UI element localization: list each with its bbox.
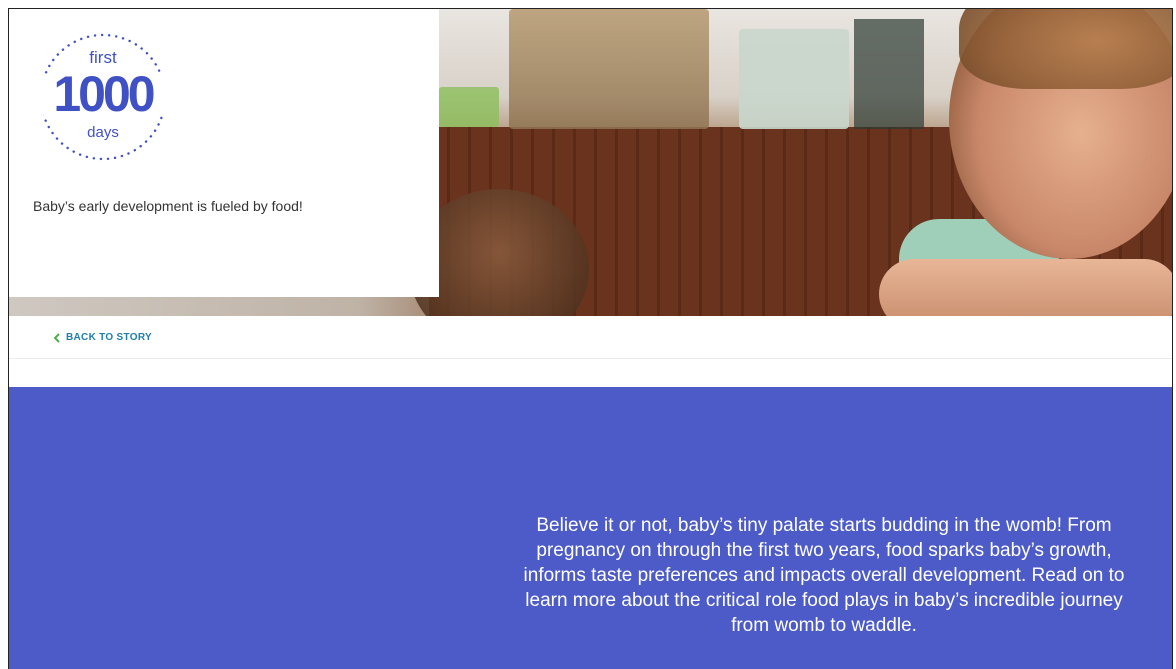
svg-text:days: days bbox=[87, 124, 119, 141]
back-to-story-label: BACK TO STORY bbox=[66, 332, 152, 343]
svg-text:first: first bbox=[89, 48, 117, 67]
back-nav-bar: BACK TO STORY bbox=[9, 316, 1172, 359]
hero-photo-child-arm bbox=[879, 259, 1172, 316]
chevron-left-icon bbox=[53, 332, 60, 343]
hero-photo-child-hair bbox=[959, 9, 1172, 89]
intro-section: Believe it or not, baby’s tiny palate st… bbox=[9, 387, 1172, 669]
hero-banner: first 1000 days Baby’s early development… bbox=[9, 9, 1172, 316]
back-to-story-link[interactable]: BACK TO STORY bbox=[53, 332, 152, 343]
intro-text: Believe it or not, baby’s tiny palate st… bbox=[523, 515, 1125, 636]
hero-tagline: Baby’s early development is fueled by fo… bbox=[33, 198, 303, 214]
hero-photo-toy bbox=[854, 19, 924, 129]
hero-photo-toy bbox=[739, 29, 849, 129]
hero-card: first 1000 days Baby’s early development… bbox=[9, 9, 439, 297]
hero-photo-toy-shelf bbox=[509, 9, 709, 129]
page-frame: first 1000 days Baby’s early development… bbox=[8, 8, 1173, 669]
svg-text:1000: 1000 bbox=[53, 66, 153, 122]
hero-photo-toy bbox=[439, 87, 499, 127]
first-1000-days-logo: first 1000 days bbox=[35, 33, 171, 161]
